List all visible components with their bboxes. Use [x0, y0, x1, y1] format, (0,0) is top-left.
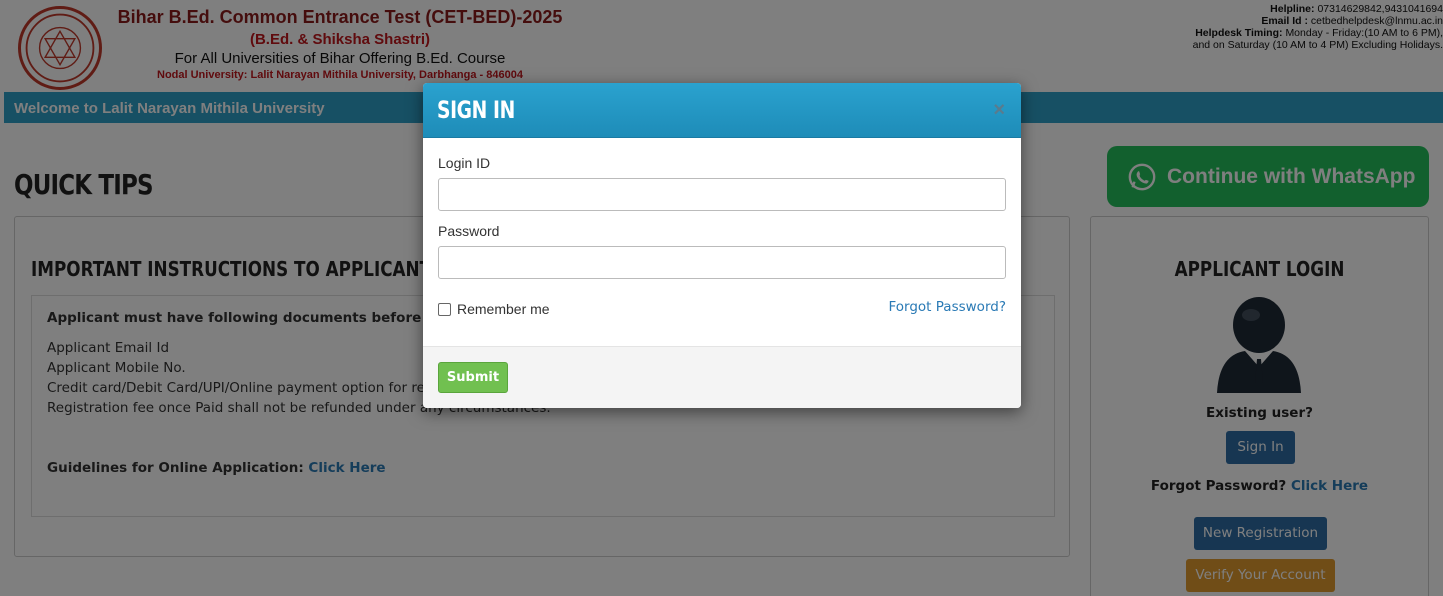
close-icon[interactable]: ×: [993, 99, 1005, 122]
remember-me-label: Remember me: [457, 301, 550, 317]
sign-in-modal: SIGN IN × Login ID Password Remember me …: [423, 83, 1021, 408]
modal-header: SIGN IN ×: [423, 83, 1021, 138]
login-id-label: Login ID: [438, 155, 491, 171]
password-input[interactable]: [438, 246, 1006, 279]
modal-footer: Submit: [423, 346, 1021, 408]
password-label: Password: [438, 223, 500, 239]
modal-forgot-password-link[interactable]: Forgot Password?: [889, 299, 1007, 315]
remember-me[interactable]: Remember me: [438, 301, 550, 317]
submit-button[interactable]: Submit: [438, 362, 508, 393]
remember-me-checkbox[interactable]: [438, 302, 451, 316]
login-id-input[interactable]: [438, 178, 1006, 211]
modal-title: SIGN IN: [437, 96, 515, 124]
